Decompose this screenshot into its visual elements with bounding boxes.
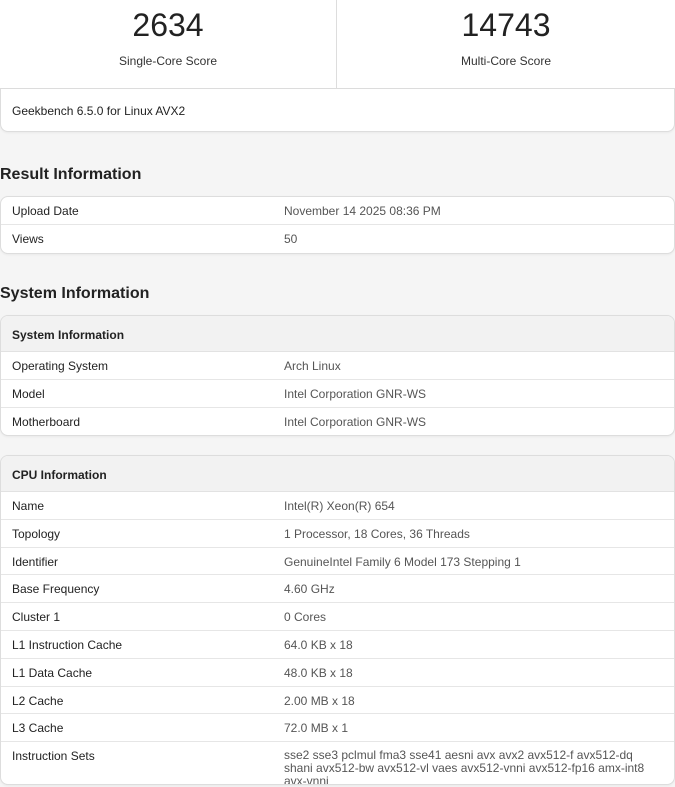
- row-key: Views: [12, 231, 44, 246]
- table-row: Topology 1 Processor, 18 Cores, 36 Threa…: [1, 520, 674, 548]
- version-text: Geekbench 6.5.0 for Linux AVX2: [12, 104, 186, 118]
- row-key: Upload Date: [12, 204, 79, 218]
- table-header: System Information: [1, 316, 674, 352]
- table-row: Upload Date November 14 2025 08:36 PM: [1, 197, 674, 225]
- row-key: L3 Cache: [12, 721, 64, 736]
- row-key: Operating System: [12, 359, 109, 373]
- table-row: Model Intel Corporation GNR-WS: [1, 380, 674, 408]
- score-summary: 2634 Single-Core Score 14743 Multi-Core …: [0, 0, 675, 89]
- row-value: 72.0 MB x 1: [284, 721, 349, 736]
- row-value: Intel Corporation GNR-WS: [284, 414, 427, 429]
- table-row: Name Intel(R) Xeon(R) 654: [1, 492, 674, 520]
- geekbench-result-page: 2634 Single-Core Score 14743 Multi-Core …: [0, 0, 675, 787]
- multi-core-score-value: 14743: [461, 7, 551, 43]
- row-value: 50: [284, 231, 298, 246]
- row-value: 4.60 GHz: [284, 582, 335, 597]
- single-core-score-value: 2634: [132, 7, 204, 43]
- row-key: L1 Data Cache: [12, 665, 93, 680]
- table-row: L1 Data Cache 48.0 KB x 18: [1, 659, 674, 687]
- table-row: L2 Cache 2.00 MB x 18: [1, 687, 674, 715]
- table-header-label: CPU Information: [12, 468, 107, 482]
- row-value: 64.0 KB x 18: [284, 637, 353, 652]
- result-information-table: Upload Date November 14 2025 08:36 PM Vi…: [0, 196, 675, 254]
- table-header: CPU Information: [1, 456, 674, 492]
- multi-core-score-card: 14743 Multi-Core Score: [337, 0, 675, 88]
- row-value: Intel(R) Xeon(R) 654: [284, 499, 395, 513]
- row-value: GenuineIntel Family 6 Model 173 Stepping…: [284, 554, 521, 569]
- row-value: sse2 sse3 pclmul fma3 sse41 aesni avx av…: [284, 748, 645, 786]
- result-information-heading: Result Information: [0, 166, 142, 183]
- single-core-score-card: 2634 Single-Core Score: [0, 0, 337, 88]
- row-key: L1 Instruction Cache: [12, 637, 123, 652]
- table-row: Cluster 1 0 Cores: [1, 603, 674, 631]
- single-core-score-label: Single-Core Score: [118, 54, 218, 68]
- row-value: 2.00 MB x 18: [284, 693, 355, 708]
- row-key: Motherboard: [12, 414, 81, 429]
- table-row: Views 50: [1, 225, 674, 253]
- row-value: Arch Linux: [284, 359, 341, 373]
- table-row: L3 Cache 72.0 MB x 1: [1, 714, 674, 743]
- table-row: Base Frequency 4.60 GHz: [1, 575, 674, 604]
- cpu-information-table: CPU Information Name Intel(R) Xeon(R) 65…: [0, 455, 675, 786]
- table-header-label: System Information: [12, 328, 125, 342]
- row-value: 0 Cores: [284, 610, 327, 625]
- row-value: 1 Processor, 18 Cores, 36 Threads: [284, 526, 470, 541]
- table-row: Instruction Sets sse2 sse3 pclmul fma3 s…: [1, 742, 674, 784]
- row-value: November 14 2025 08:36 PM: [284, 204, 441, 218]
- table-row: Motherboard Intel Corporation GNR-WS: [1, 408, 674, 436]
- system-information-table: System Information Operating System Arch…: [0, 315, 675, 437]
- row-key: Instruction Sets: [12, 749, 95, 764]
- table-row: L1 Instruction Cache 64.0 KB x 18: [1, 631, 674, 659]
- row-key: Model: [12, 386, 45, 401]
- multi-core-score-label: Multi-Core Score: [460, 54, 552, 68]
- row-key: Identifier: [12, 554, 59, 569]
- row-key: Base Frequency: [12, 582, 100, 597]
- table-row: Identifier GenuineIntel Family 6 Model 1…: [1, 548, 674, 576]
- table-row: Operating System Arch Linux: [1, 352, 674, 380]
- row-key: Name: [12, 499, 45, 513]
- version-card: Geekbench 6.5.0 for Linux AVX2: [0, 89, 675, 132]
- row-key: Cluster 1: [12, 610, 61, 625]
- row-key: Topology: [12, 526, 61, 541]
- row-value: Intel Corporation GNR-WS: [284, 386, 427, 401]
- row-value: 48.0 KB x 18: [284, 665, 353, 680]
- system-information-heading: System Information: [0, 285, 150, 302]
- row-key: L2 Cache: [12, 693, 64, 708]
